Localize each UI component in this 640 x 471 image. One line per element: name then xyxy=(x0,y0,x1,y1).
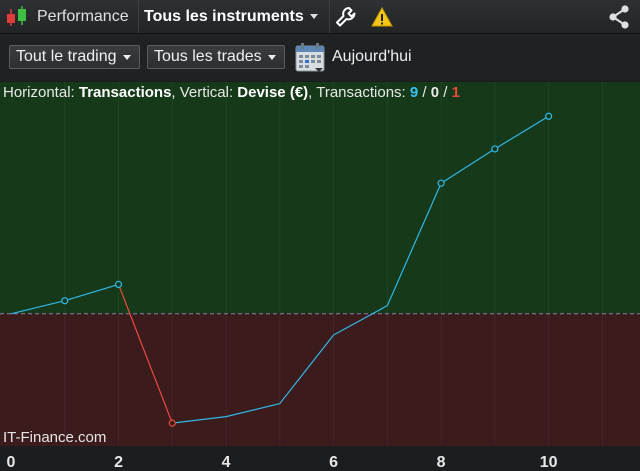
even-count: 0 xyxy=(430,84,440,101)
x-tick-label: 2 xyxy=(114,454,123,471)
x-tick-label: 0 xyxy=(7,454,16,471)
count-separator: / xyxy=(418,84,431,101)
x-tick-label: 10 xyxy=(540,454,558,471)
x-tick-label: 6 xyxy=(329,454,338,471)
horizontal-value: Transactions xyxy=(78,84,172,101)
losing-count: 1 xyxy=(451,84,460,101)
horizontal-prefix: Horizontal: xyxy=(3,84,79,101)
profit-zone xyxy=(0,82,640,314)
vertical-prefix: , Vertical: xyxy=(171,84,238,101)
data-point xyxy=(61,297,69,305)
count-separator: / xyxy=(439,84,452,101)
vertical-value: Devise (€) xyxy=(237,84,309,101)
data-point xyxy=(437,179,445,187)
x-tick-label: 4 xyxy=(222,454,231,471)
watermark: IT-Finance.com xyxy=(3,429,107,446)
loss-zone xyxy=(0,313,640,446)
x-tick-label: 8 xyxy=(437,454,446,471)
performance-chart: 0 2 4 6 8 10 xyxy=(0,82,640,471)
data-point xyxy=(168,419,176,427)
data-point xyxy=(114,280,123,289)
data-point xyxy=(545,112,553,120)
winning-count: 9 xyxy=(409,84,419,101)
chart-info-line: Horizontal: Transactions, Vertical: Devi… xyxy=(3,84,460,101)
data-point xyxy=(491,145,499,153)
transactions-prefix: , Transactions: xyxy=(308,84,410,101)
